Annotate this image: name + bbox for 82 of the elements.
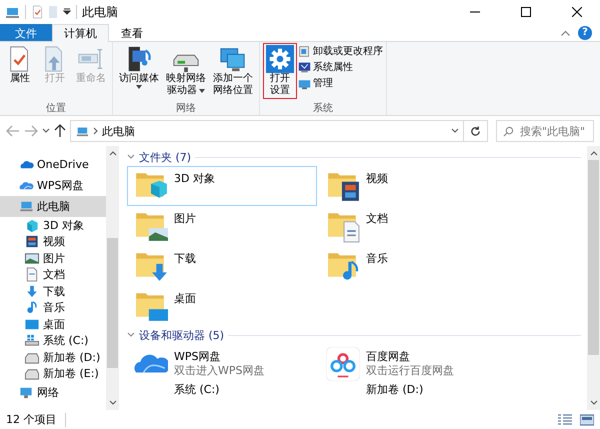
nav-item[interactable]: 网络 <box>0 382 106 403</box>
document-icon <box>24 267 40 282</box>
nav-item[interactable]: 新加卷 (D:) <box>0 349 106 366</box>
nav-item[interactable]: OneDrive <box>0 154 106 175</box>
collapse-chevron-icon[interactable] <box>127 154 135 160</box>
ribbon-button[interactable]: 打开 设置 <box>263 43 297 99</box>
nav-item[interactable]: WPS网盘 <box>0 175 106 196</box>
ribbon-command[interactable]: 卸载或更改程序 <box>313 45 383 58</box>
window-title: 此电脑 <box>82 4 118 20</box>
nav-item[interactable]: 此电脑 <box>0 196 106 217</box>
nav-item[interactable]: 音乐 <box>0 300 106 316</box>
ribbon-button[interactable]: 访问媒体 <box>116 43 162 91</box>
drive-tile[interactable]: 系统 (C:) <box>127 382 317 400</box>
nav-item[interactable]: 新加卷 (E:) <box>0 366 106 382</box>
scroll-down-icon[interactable] <box>108 400 116 406</box>
dropdown-chevron-icon[interactable] <box>451 128 459 134</box>
monitor-check-icon <box>298 61 311 74</box>
picture-icon <box>24 250 40 266</box>
windows-drive-icon <box>24 333 40 348</box>
ribbon-button[interactable]: 添加一个 网络位置 <box>210 43 256 99</box>
large-icons-view-icon[interactable] <box>580 414 594 426</box>
breadcrumb-chevron-icon[interactable] <box>93 127 98 135</box>
nav-item[interactable]: 下载 <box>0 283 106 300</box>
details-view-icon[interactable] <box>558 414 572 426</box>
search-icon <box>503 126 514 136</box>
drive-tile[interactable]: WPS网盘 双击进入WPS网盘 <box>127 344 317 382</box>
address-path[interactable]: 此电脑 <box>102 124 135 138</box>
drive-tile[interactable]: 新加卷 (D:) <box>319 382 509 400</box>
folder-tile[interactable]: 图片 <box>127 206 317 246</box>
scrollbar[interactable] <box>587 146 600 410</box>
scrollbar[interactable] <box>106 146 119 410</box>
file-menu-tab[interactable]: 文件 <box>0 24 52 41</box>
nav-item[interactable]: 文档 <box>0 266 106 283</box>
computer-icon <box>18 199 34 214</box>
folder-tile[interactable]: 桌面 <box>127 286 317 326</box>
gear-icon <box>266 45 294 73</box>
caret-icon <box>199 89 205 93</box>
close-icon[interactable] <box>572 7 582 17</box>
item-count: 12 个项目 <box>6 412 56 427</box>
cloud-logo-icon <box>326 347 360 381</box>
ribbon-command[interactable]: 系统属性 <box>313 61 353 74</box>
ribbon-command[interactable]: 管理 <box>313 77 333 90</box>
checked-document-icon[interactable] <box>31 5 43 19</box>
scroll-down-icon[interactable] <box>590 400 598 406</box>
ribbon-tab[interactable]: 查看 <box>109 24 155 41</box>
refresh-button[interactable] <box>464 120 488 142</box>
section-header[interactable]: 设备和驱动器 (5) <box>139 328 224 342</box>
folder-tile[interactable]: 文档 <box>319 206 509 246</box>
computer-icon <box>75 125 89 137</box>
folder-tile[interactable]: 视频 <box>319 166 509 206</box>
drive-tile[interactable]: 百度网盘 双击运行百度网盘 <box>319 344 509 382</box>
collapse-chevron-icon[interactable] <box>127 332 135 338</box>
group-label: 网络 <box>176 102 196 115</box>
nav-item[interactable]: 图片 <box>0 250 106 266</box>
section-header[interactable]: 文件夹 (7) <box>139 150 192 164</box>
nav-item[interactable]: 桌面 <box>0 316 106 332</box>
program-box-icon <box>298 45 311 58</box>
recent-caret-icon[interactable] <box>42 128 50 134</box>
ribbon-button[interactable]: 属性 <box>3 43 37 87</box>
nav-item[interactable]: 视频 <box>0 234 106 250</box>
film-icon <box>24 234 40 250</box>
folder-tile[interactable]: 音乐 <box>319 246 509 286</box>
search-field[interactable]: 搜索"此电脑" <box>496 120 594 142</box>
ribbon-button[interactable]: 映射网络 驱动器 <box>163 43 209 99</box>
caret-icon <box>136 85 142 89</box>
group-label: 系统 <box>313 102 333 115</box>
scroll-up-icon[interactable] <box>108 150 116 156</box>
computer-icon <box>4 5 20 19</box>
dropdown-caret-icon[interactable] <box>63 8 71 16</box>
nav-item[interactable]: 系统 (C:) <box>0 332 106 349</box>
help-button[interactable]: ? <box>578 26 592 40</box>
up-arrow-icon[interactable] <box>54 124 66 138</box>
scroll-up-icon[interactable] <box>590 150 598 156</box>
network-icon <box>18 385 34 400</box>
refresh-icon <box>470 126 481 136</box>
ribbon-tab[interactable]: 计算机 <box>52 24 109 42</box>
folder-tile[interactable]: 下载 <box>127 246 317 286</box>
group-label: 位置 <box>46 102 66 115</box>
nav-item[interactable]: 3D 对象 <box>0 217 106 234</box>
folder-tile[interactable]: 3D 对象 <box>127 166 317 206</box>
maximize-icon[interactable] <box>521 7 531 17</box>
collapse-chevron-icon[interactable] <box>561 30 570 36</box>
